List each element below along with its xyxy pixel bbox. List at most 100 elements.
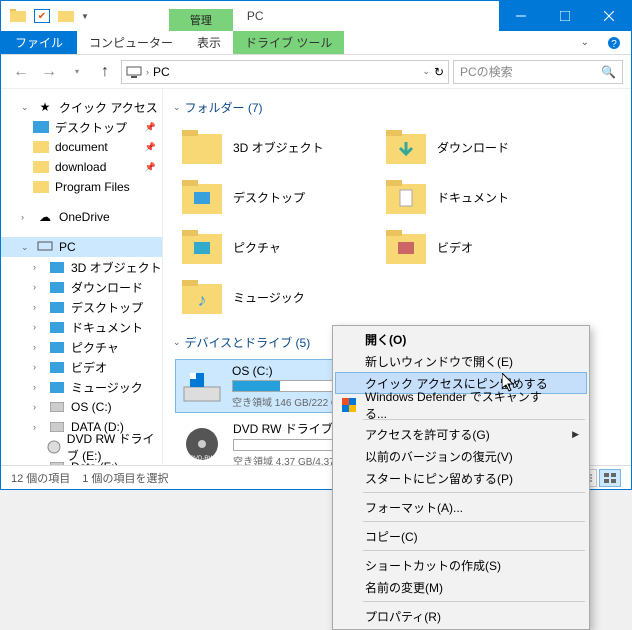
- sidebar-document[interactable]: document📌: [1, 137, 162, 157]
- navigation-pane: ⌄★クイック アクセス デスクトップ📌 document📌 download📌 …: [1, 89, 163, 465]
- sidebar-downloads[interactable]: ›ダウンロード: [1, 277, 162, 297]
- help-icon[interactable]: ?: [597, 31, 631, 54]
- drive-icon: [182, 365, 222, 407]
- shield-icon: [341, 397, 357, 413]
- sidebar-program-files[interactable]: Program Files: [1, 177, 162, 197]
- breadcrumb-chevron-icon[interactable]: ›: [146, 67, 149, 77]
- folder-icon: [49, 360, 65, 374]
- cursor-icon: [502, 373, 518, 393]
- sidebar-pictures[interactable]: ›ピクチャ: [1, 337, 162, 357]
- up-button[interactable]: ↑: [93, 60, 117, 84]
- menu-create-shortcut[interactable]: ショートカットの作成(S): [335, 554, 587, 576]
- titlebar: ✔ ▼ 管理 PC: [1, 1, 631, 31]
- refresh-icon[interactable]: ↻: [434, 65, 444, 79]
- search-placeholder: PCの検索: [460, 63, 513, 80]
- folder-music[interactable]: ♪ミュージック: [175, 274, 379, 320]
- folder-documents[interactable]: ドキュメント: [379, 174, 583, 220]
- folder-icon: [49, 340, 65, 354]
- folder-icon: [33, 180, 49, 194]
- sidebar-desktop[interactable]: デスクトップ📌: [1, 117, 162, 137]
- folder-icon: [181, 126, 223, 168]
- folder-icon: [33, 120, 49, 134]
- properties-checkbox-icon[interactable]: ✔: [31, 5, 53, 27]
- sidebar-pc[interactable]: ⌄PC: [1, 237, 162, 257]
- folder-icon: [49, 380, 65, 394]
- sidebar-onedrive[interactable]: ›☁OneDrive: [1, 207, 162, 227]
- window-title: PC: [247, 9, 264, 23]
- contextual-tab-label: 管理: [169, 9, 233, 31]
- sidebar-dvd-e[interactable]: DVD RW ドライブ (E:): [1, 437, 162, 457]
- folder-icon: [181, 226, 223, 268]
- folder-downloads[interactable]: ダウンロード: [379, 124, 583, 170]
- folder-icon: [385, 126, 427, 168]
- menu-format[interactable]: フォーマット(A)...: [335, 496, 587, 518]
- folders-group-header[interactable]: ⌄フォルダー (7): [163, 97, 631, 118]
- ribbon-tabs: ファイル コンピューター 表示 ドライブ ツール ⌄ ?: [1, 31, 631, 55]
- folder-icon: [49, 320, 65, 334]
- pin-icon: 📌: [145, 122, 156, 133]
- address-dropdown-icon[interactable]: ⌄: [422, 66, 430, 77]
- explorer-icon[interactable]: [7, 5, 29, 27]
- pin-icon: 📌: [145, 142, 156, 153]
- sidebar-documents[interactable]: ›ドキュメント: [1, 317, 162, 337]
- search-icon: 🔍: [601, 65, 616, 79]
- svg-text:♪: ♪: [198, 290, 207, 310]
- menu-open[interactable]: 開く(O): [335, 328, 587, 350]
- menu-separator: [363, 550, 585, 551]
- maximize-button[interactable]: [543, 1, 587, 31]
- selection-count: 1 個の項目を選択: [82, 470, 168, 486]
- back-button[interactable]: ←: [9, 60, 33, 84]
- drive-tools-tab[interactable]: ドライブ ツール: [233, 31, 344, 54]
- forward-button[interactable]: →: [37, 60, 61, 84]
- sidebar-videos[interactable]: ›ビデオ: [1, 357, 162, 377]
- sidebar-quick-access[interactable]: ⌄★クイック アクセス: [1, 97, 162, 117]
- menu-separator: [363, 492, 585, 493]
- item-count: 12 個の項目: [11, 470, 70, 486]
- folder-icon: [181, 176, 223, 218]
- qat-dropdown-icon[interactable]: ▼: [81, 12, 89, 21]
- minimize-button[interactable]: [499, 1, 543, 31]
- folder-icon: [49, 280, 65, 294]
- menu-give-access[interactable]: アクセスを許可する(G)▶: [335, 423, 587, 445]
- ribbon-collapse-icon[interactable]: ⌄: [573, 31, 597, 54]
- folder-videos[interactable]: ビデオ: [379, 224, 583, 270]
- folder-desktop[interactable]: デスクトップ: [175, 174, 379, 220]
- tiles-view-button[interactable]: [599, 469, 621, 487]
- sidebar-desktop2[interactable]: ›デスクトップ: [1, 297, 162, 317]
- menu-rename[interactable]: 名前の変更(M): [335, 576, 587, 598]
- address-bar[interactable]: › PC ⌄ ↻: [121, 60, 449, 84]
- context-menu: 開く(O) 新しいウィンドウで開く(E) クイック アクセスにピン留めする Wi…: [332, 325, 590, 630]
- address-bar-row: ← → ▾ ↑ › PC ⌄ ↻ PCの検索 🔍: [1, 55, 631, 89]
- menu-copy[interactable]: コピー(C): [335, 525, 587, 547]
- svg-text:?: ?: [611, 39, 617, 50]
- folder-3d-objects[interactable]: 3D オブジェクト: [175, 124, 379, 170]
- sidebar-os-c[interactable]: ›OS (C:): [1, 397, 162, 417]
- folder-pictures[interactable]: ピクチャ: [175, 224, 379, 270]
- sidebar-music[interactable]: ›ミュージック: [1, 377, 162, 397]
- new-folder-icon[interactable]: [55, 5, 77, 27]
- pin-icon: 📌: [145, 162, 156, 173]
- svg-text:DVD-RW: DVD-RW: [190, 456, 215, 462]
- folder-icon: [385, 176, 427, 218]
- view-tab[interactable]: 表示: [185, 31, 233, 54]
- folder-icon: [49, 300, 65, 314]
- cloud-icon: ☁: [37, 210, 53, 224]
- menu-defender-scan[interactable]: Windows Defender でスキャンする...: [335, 394, 587, 416]
- close-button[interactable]: [587, 1, 631, 31]
- recent-dropdown-icon[interactable]: ▾: [65, 60, 89, 84]
- computer-tab[interactable]: コンピューター: [77, 31, 185, 54]
- pc-icon: [126, 66, 142, 78]
- sidebar-3d-objects[interactable]: ›3D オブジェクト: [1, 257, 162, 277]
- menu-open-new-window[interactable]: 新しいウィンドウで開く(E): [335, 350, 587, 372]
- menu-pin-start[interactable]: スタートにピン留めする(P): [335, 467, 587, 489]
- folder-icon: ♪: [181, 276, 223, 318]
- file-tab[interactable]: ファイル: [1, 31, 77, 54]
- sidebar-download[interactable]: download📌: [1, 157, 162, 177]
- quick-access-toolbar: ✔ ▼: [1, 5, 89, 27]
- search-input[interactable]: PCの検索 🔍: [453, 60, 623, 84]
- folder-icon: [33, 140, 49, 154]
- menu-properties[interactable]: プロパティ(R): [335, 605, 587, 627]
- menu-restore-versions[interactable]: 以前のバージョンの復元(V): [335, 445, 587, 467]
- breadcrumb-location[interactable]: PC: [153, 65, 170, 79]
- folder-icon: [385, 226, 427, 268]
